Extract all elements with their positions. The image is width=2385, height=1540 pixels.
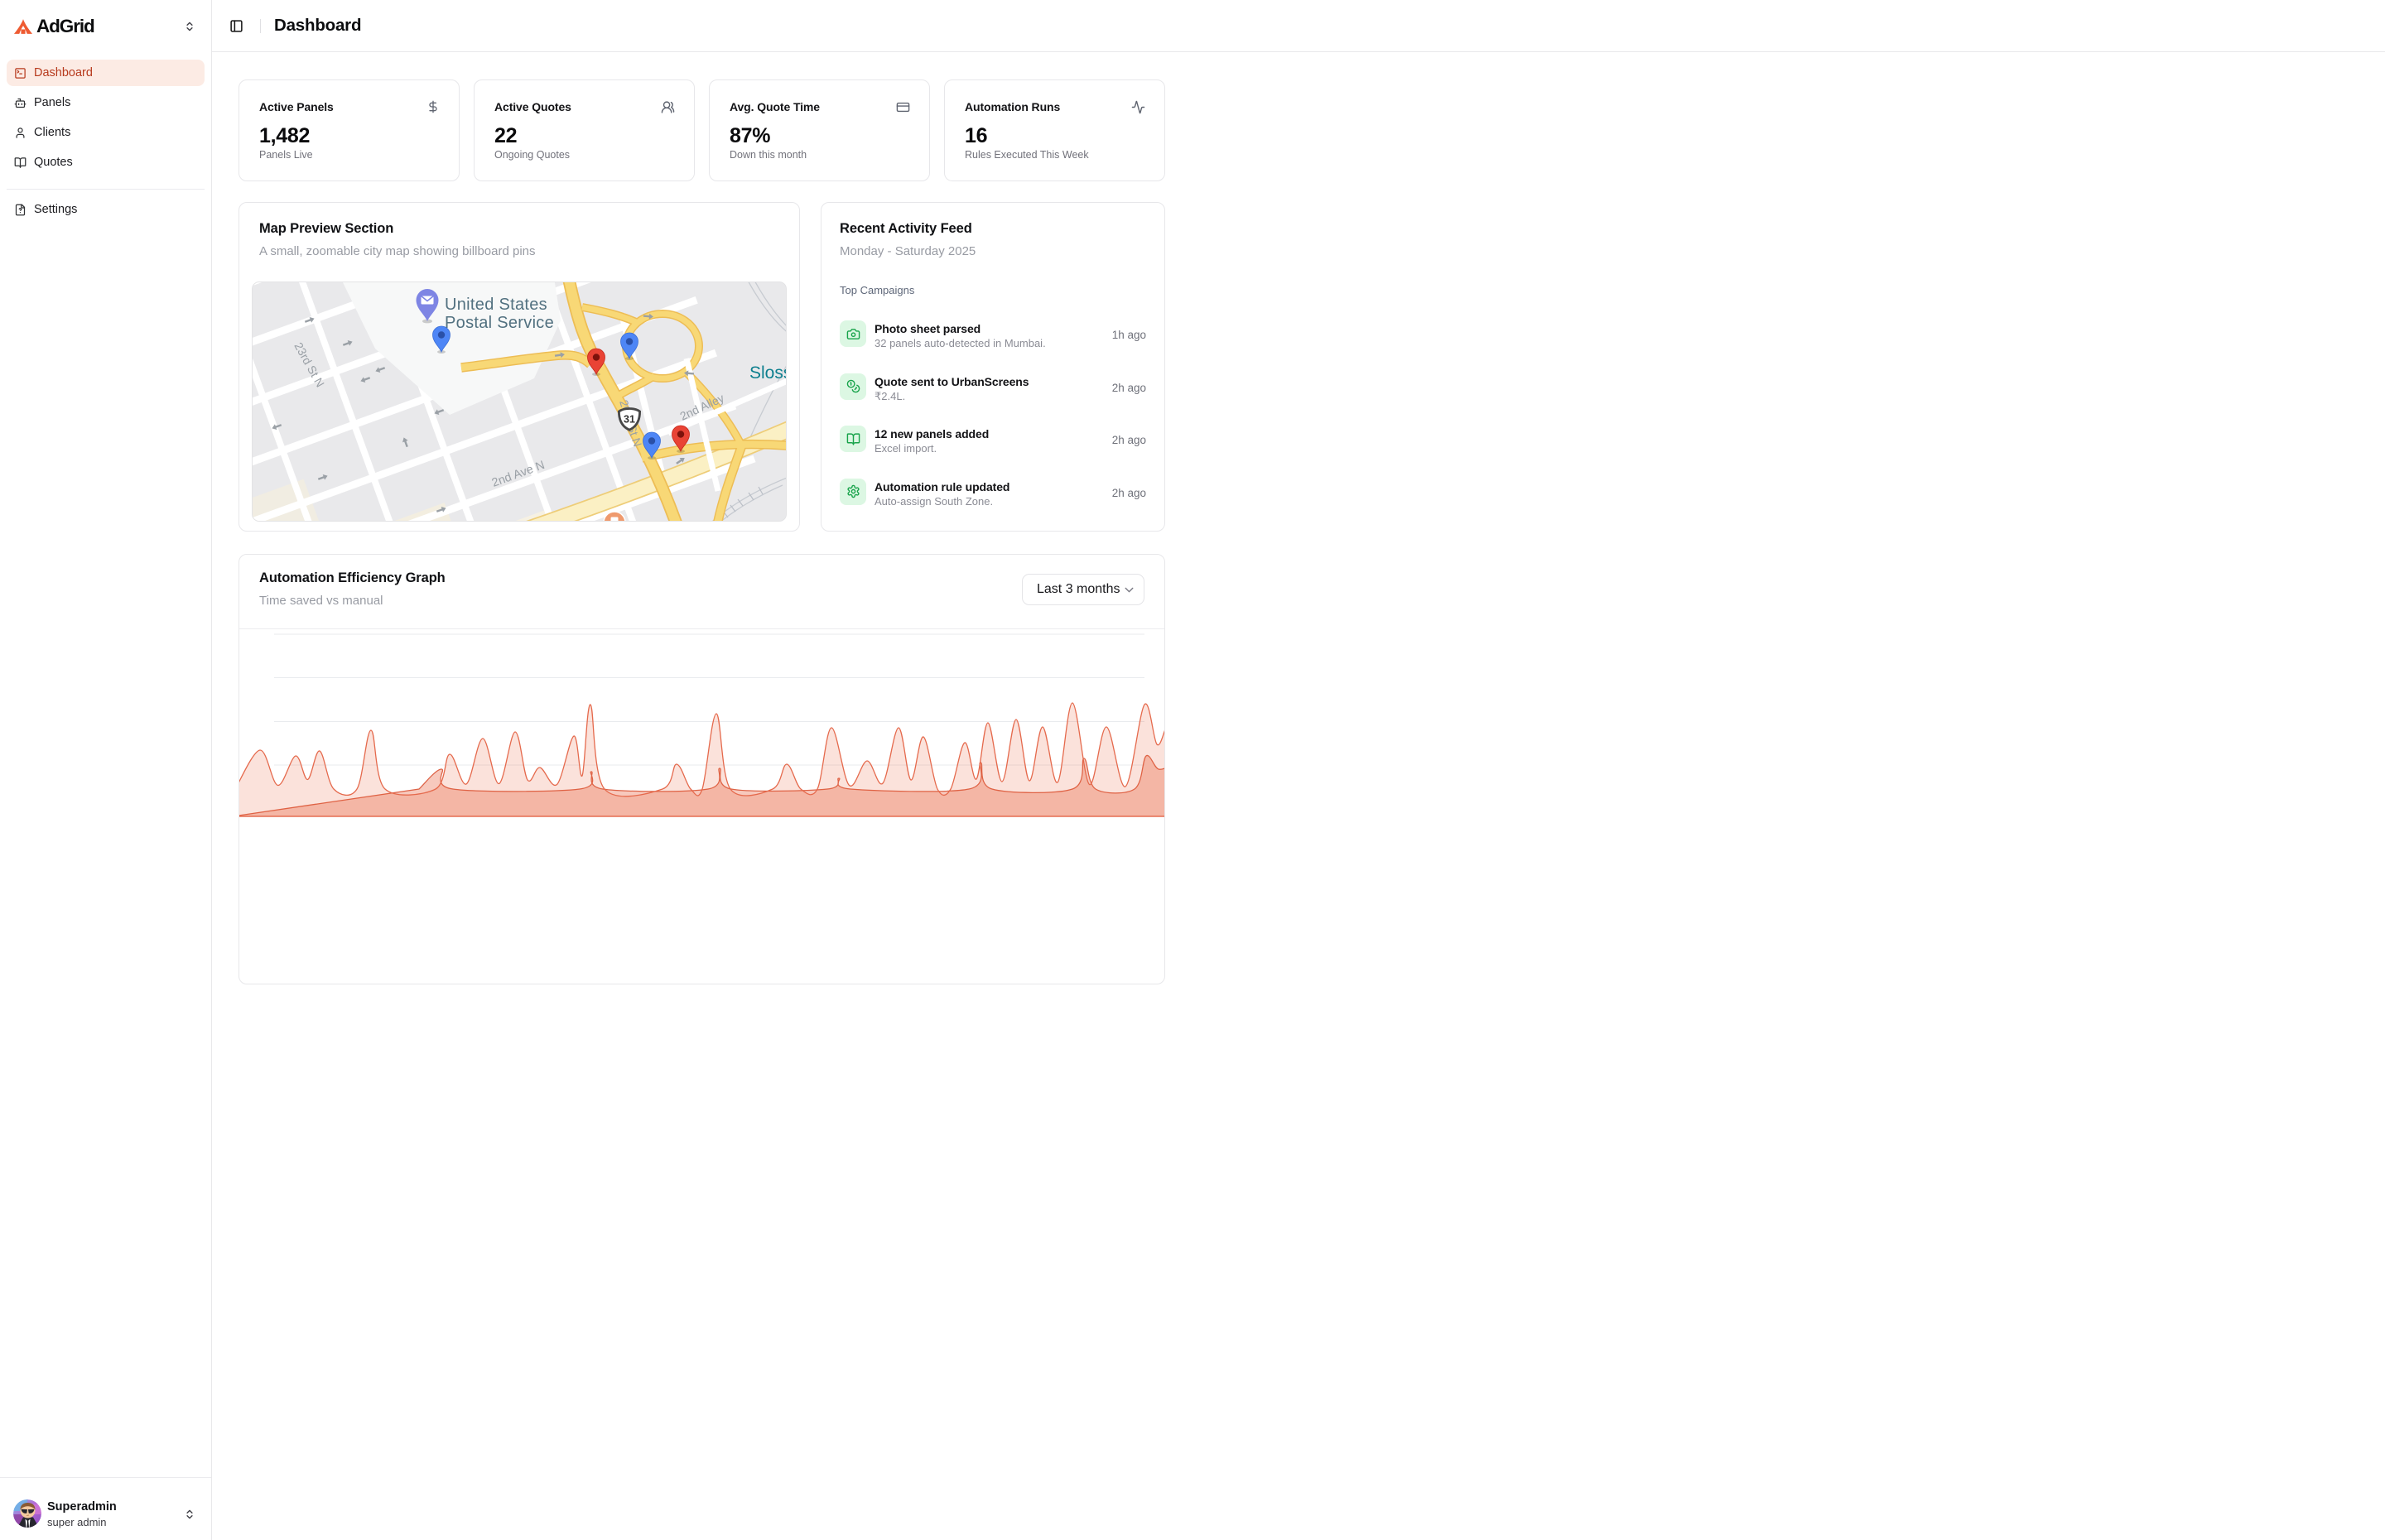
svg-text:United States: United States xyxy=(445,296,547,314)
svg-text:Sloss…: Sloss… xyxy=(749,363,787,383)
svg-text:31: 31 xyxy=(624,414,635,426)
svg-text:Postal Service: Postal Service xyxy=(445,314,554,332)
